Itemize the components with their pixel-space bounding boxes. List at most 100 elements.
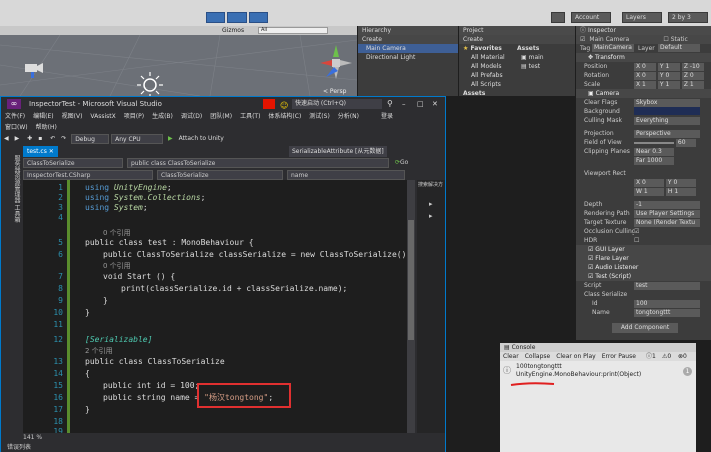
nav-project-dropdown[interactable]: InspectorTest.CSharp <box>23 170 153 180</box>
console-tab[interactable]: ▤ Console <box>500 343 696 352</box>
attach-to-unity-button[interactable]: Attach to Unity <box>176 135 227 142</box>
warning-count-toggle[interactable]: ⚠0 <box>662 352 671 361</box>
transform-header[interactable]: ✥ Transform <box>576 53 711 62</box>
fov-value[interactable]: 60 <box>675 139 696 147</box>
code-editor[interactable]: 1 2 3 4 5 6 7 8 9 10 11 12 13 14 15 16 1… <box>23 180 407 433</box>
console-clear-on-play-button[interactable]: Clear on Play <box>553 353 599 360</box>
close-button[interactable]: ✕ <box>432 97 438 111</box>
fov-slider[interactable] <box>634 141 674 144</box>
pause-button[interactable] <box>227 12 247 23</box>
project-tab[interactable]: Project <box>459 26 575 35</box>
nav-class-dropdown[interactable]: ClassToSerialize <box>23 158 123 168</box>
go-button[interactable]: ⟳Go <box>395 158 408 168</box>
nav-member2-dropdown[interactable]: name <box>287 170 405 180</box>
fav-item[interactable]: All Models <box>459 62 515 71</box>
quick-launch-input[interactable]: 快速启动 (Ctrl+Q) <box>292 99 382 109</box>
hierarchy-item-directional-light[interactable]: Directional Light <box>358 53 458 62</box>
static-checkbox[interactable]: ☐ Static <box>663 35 687 44</box>
projection-dropdown[interactable]: Perspective <box>634 130 700 138</box>
tree-expand-icon[interactable]: ▸ <box>429 212 433 220</box>
occlusion-checkbox[interactable]: ☑ <box>634 227 711 236</box>
script-field[interactable]: test <box>634 282 700 290</box>
rotation-z[interactable]: Z 0 <box>681 72 704 80</box>
forward-icon[interactable]: ▶ <box>12 135 23 142</box>
position-x[interactable]: X 0 <box>634 63 656 71</box>
menu-tools[interactable]: 工具(T) <box>236 113 264 120</box>
run-icon[interactable]: ▶ <box>165 135 176 142</box>
error-list-tab[interactable]: 错误列表 <box>1 443 445 452</box>
viewport-h[interactable]: H 1 <box>665 188 696 196</box>
rotation-x[interactable]: X 0 <box>634 72 656 80</box>
scene-orientation-gizmo[interactable] <box>316 35 356 89</box>
tab-serializable-attribute[interactable]: SerializableAttribute [从元数据] <box>289 146 387 157</box>
codelens-refs[interactable]: 0 个引用 <box>103 228 131 238</box>
audio-listener-header[interactable]: ☑ Audio Listener <box>576 263 711 272</box>
step-button[interactable] <box>248 12 268 23</box>
nav-member-dropdown[interactable]: public class ClassToSerialize <box>127 158 389 168</box>
menu-team[interactable]: 团队(M) <box>206 113 236 120</box>
menu-analyze[interactable]: 分析(N) <box>334 113 363 120</box>
viewport-w[interactable]: W 1 <box>634 188 664 196</box>
gizmos-dropdown[interactable]: Gizmos <box>222 27 244 34</box>
zoom-level[interactable]: 141 % <box>23 433 83 442</box>
fav-item[interactable]: All Prefabs <box>459 71 515 80</box>
platform-dropdown[interactable]: Any CPU <box>111 133 164 144</box>
hierarchy-tab[interactable]: Hierarchy <box>358 26 458 35</box>
class-serialize-row[interactable]: Class Serialize <box>576 290 711 299</box>
feedback-smiley-icon[interactable]: ☺ <box>280 99 288 113</box>
clear-flags-dropdown[interactable]: Skybox <box>634 99 700 107</box>
favorites-header[interactable]: ★ Favorites <box>459 44 515 53</box>
tag-dropdown[interactable]: MainCamera <box>592 44 634 52</box>
undo-icon[interactable]: ↶ <box>47 135 58 142</box>
class-serialize-foldout[interactable]: Class Serialize <box>576 290 634 299</box>
inspector-tab[interactable]: ⓘ Inspector <box>576 26 711 35</box>
id-field[interactable]: 100 <box>634 300 700 308</box>
culling-mask-dropdown[interactable]: Everything <box>634 117 700 125</box>
config-dropdown[interactable]: Debug <box>71 133 110 144</box>
back-icon[interactable]: ◀ <box>1 135 12 142</box>
menu-help[interactable]: 帮助(H) <box>32 124 61 131</box>
menu-build[interactable]: 生成(B) <box>148 113 177 120</box>
scrollbar-thumb[interactable] <box>408 220 414 340</box>
asset-item-test[interactable]: ▤ test <box>515 62 575 71</box>
menu-test[interactable]: 测试(S) <box>305 113 334 120</box>
menu-vassistx[interactable]: VAssistX <box>86 113 119 120</box>
nav-class2-dropdown[interactable]: ClassToSerialize <box>157 170 283 180</box>
hdr-checkbox[interactable]: ☐ <box>634 236 711 245</box>
codelens-refs[interactable]: 0 个引用 <box>103 261 131 271</box>
position-y[interactable]: Y 1 <box>657 63 680 71</box>
search-icon[interactable]: ⚲ <box>387 97 393 111</box>
menu-project[interactable]: 项目(P) <box>120 113 148 120</box>
codelens-refs[interactable]: 2 个引用 <box>85 346 113 356</box>
project-create-button[interactable]: Create <box>459 35 575 44</box>
tree-expand-icon[interactable]: ▸ <box>429 200 433 208</box>
console-error-pause-button[interactable]: Error Pause <box>599 353 639 360</box>
assets-folder[interactable]: Assets <box>459 89 515 98</box>
scale-z[interactable]: Z 1 <box>681 81 704 89</box>
account-dropdown[interactable]: Account <box>571 12 611 23</box>
tab-test-cs[interactable]: test.cs ✕ <box>23 146 58 157</box>
save-icon[interactable]: ▪ <box>35 135 45 142</box>
viewport-x[interactable]: X 0 <box>634 179 664 187</box>
menu-architecture[interactable]: 体系结构(C) <box>264 113 305 120</box>
directional-light-icon[interactable] <box>137 72 163 96</box>
minimize-button[interactable]: – <box>402 97 406 111</box>
sign-in-link[interactable]: 登录 <box>363 113 397 120</box>
collab-icon[interactable] <box>551 12 565 23</box>
camera-header[interactable]: ▣ Camera <box>576 89 711 98</box>
camera-gizmo-icon[interactable] <box>22 58 46 80</box>
name-field[interactable]: tongtongttt <box>634 309 700 317</box>
close-tab-icon[interactable]: ✕ <box>49 148 54 155</box>
console-collapse-button[interactable]: Collapse <box>522 353 554 360</box>
console-clear-button[interactable]: Clear <box>500 353 522 360</box>
background-color-swatch[interactable] <box>634 107 700 115</box>
scene-view[interactable]: Gizmos All < Persp <box>0 26 357 96</box>
layout-dropdown[interactable]: 2 by 3 <box>668 12 708 23</box>
object-name-field[interactable]: Main Camera <box>585 35 663 44</box>
left-tool-strip[interactable]: 服务器资源管理器 工具箱 <box>1 145 21 435</box>
add-component-button[interactable]: Add Component <box>612 323 678 333</box>
menu-window[interactable]: 窗口(W) <box>1 124 32 131</box>
rotation-y[interactable]: Y 0 <box>657 72 680 80</box>
near-clip-field[interactable]: Near 0.3 <box>634 148 674 156</box>
menu-debug[interactable]: 调试(D) <box>177 113 206 120</box>
